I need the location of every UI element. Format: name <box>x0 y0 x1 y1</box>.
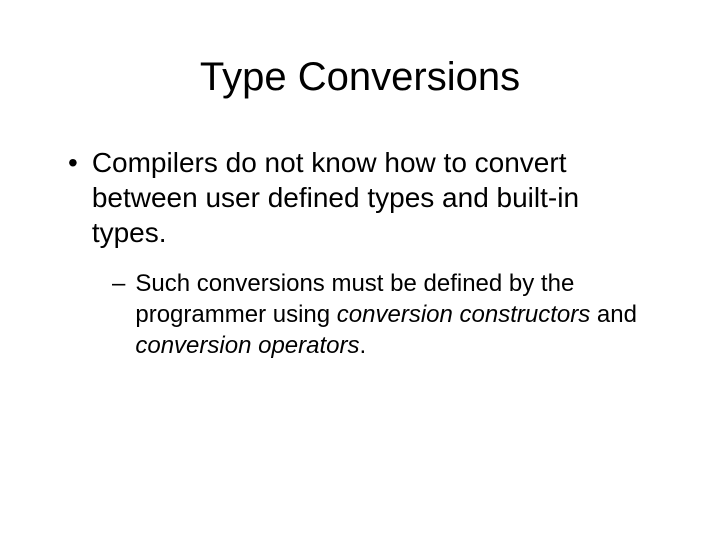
main-bullet-text: Compilers do not know how to convert bet… <box>92 145 660 250</box>
main-bullet-item: • Compilers do not know how to convert b… <box>60 145 660 250</box>
sub-bullet-text: Such conversions must be defined by the … <box>135 268 660 362</box>
sub-text-mid: and <box>590 301 637 328</box>
sub-bullet-item: – Such conversions must be defined by th… <box>60 268 660 362</box>
bullet-dot-icon: • <box>68 145 78 180</box>
slide-title: Type Conversions <box>60 55 660 100</box>
sub-text-conversion-operators: conversion operators <box>135 332 359 359</box>
bullet-dash-icon: – <box>112 268 125 299</box>
sub-text-suffix: . <box>359 332 366 359</box>
sub-text-conversion-constructors: conversion constructors <box>337 301 590 328</box>
